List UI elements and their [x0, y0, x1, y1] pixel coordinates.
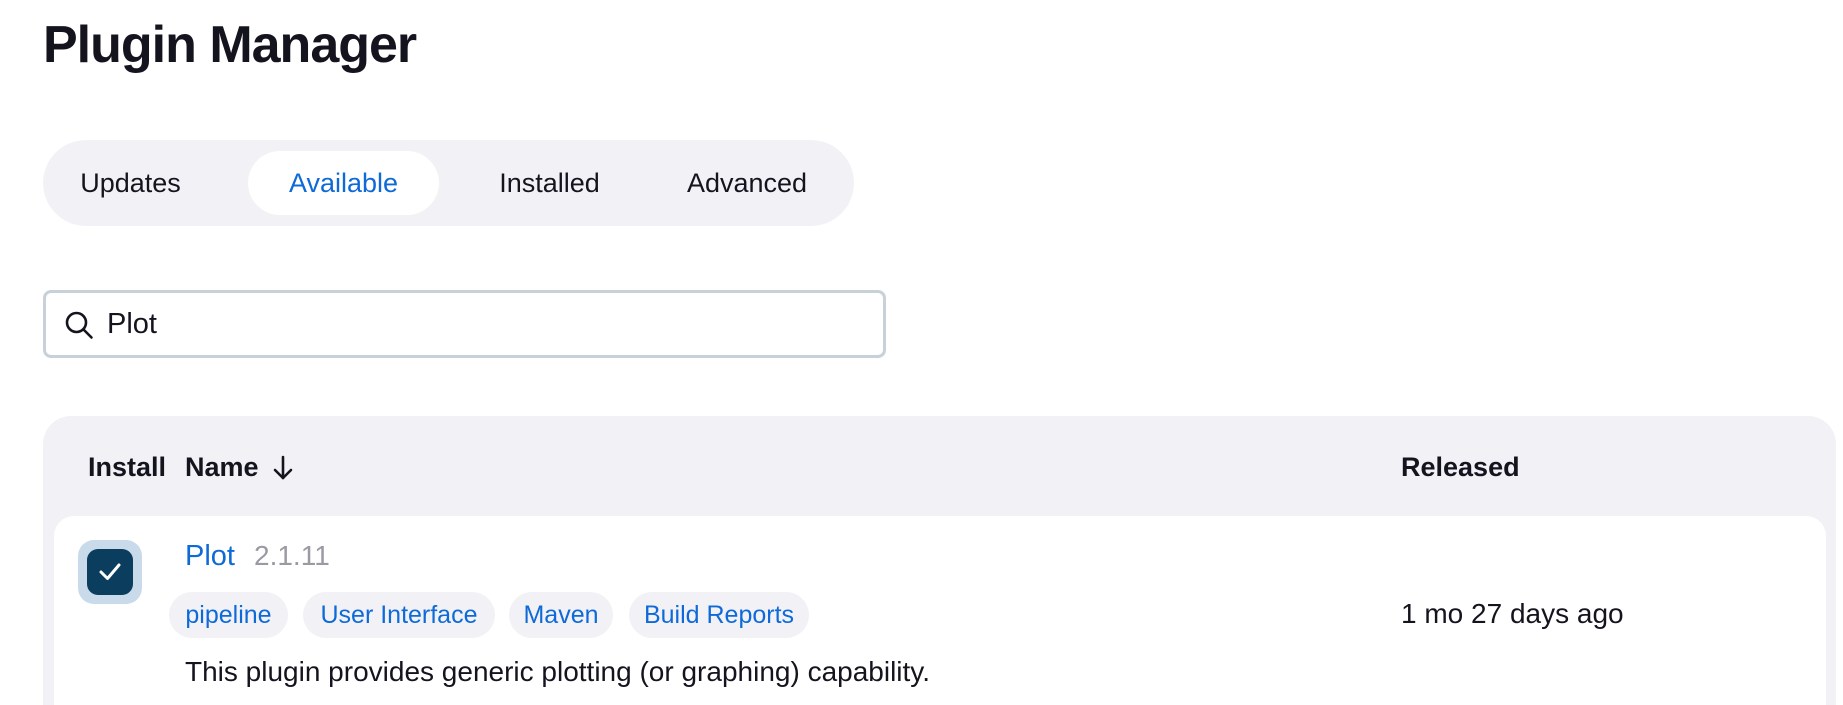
- tab-available[interactable]: Available: [248, 151, 439, 215]
- checkmark-icon: [99, 563, 121, 580]
- search-icon: [65, 311, 93, 339]
- plugin-version: 2.1.11: [254, 540, 330, 571]
- column-header-released: Released: [1401, 452, 1520, 482]
- install-checkbox[interactable]: [78, 540, 142, 604]
- plugin-description: This plugin provides generic plotting (o…: [185, 656, 930, 687]
- tag-pipeline[interactable]: pipeline: [169, 592, 288, 638]
- tag-maven[interactable]: Maven: [509, 592, 613, 638]
- tag-user-interface[interactable]: User Interface: [303, 592, 495, 638]
- plugin-manager-page: Plugin Manager Updates Available Install…: [0, 0, 1843, 705]
- tab-installed[interactable]: Installed: [452, 151, 647, 215]
- column-header-name[interactable]: Name: [185, 451, 259, 483]
- tab-updates[interactable]: Updates: [43, 151, 218, 215]
- tab-advanced[interactable]: Advanced: [647, 151, 847, 215]
- search-box[interactable]: [43, 290, 886, 358]
- column-header-install: Install: [88, 452, 167, 482]
- checkbox-checked[interactable]: [87, 549, 133, 595]
- released-date: 1 mo 27 days ago: [1401, 598, 1624, 629]
- page-title: Plugin Manager: [43, 16, 417, 74]
- search-input[interactable]: [107, 293, 867, 355]
- arrow-down-icon[interactable]: [272, 455, 294, 481]
- tab-bar: Updates Available Installed Advanced: [43, 140, 854, 226]
- plugin-name-link[interactable]: Plot: [185, 538, 235, 574]
- tag-build-reports[interactable]: Build Reports: [629, 592, 809, 638]
